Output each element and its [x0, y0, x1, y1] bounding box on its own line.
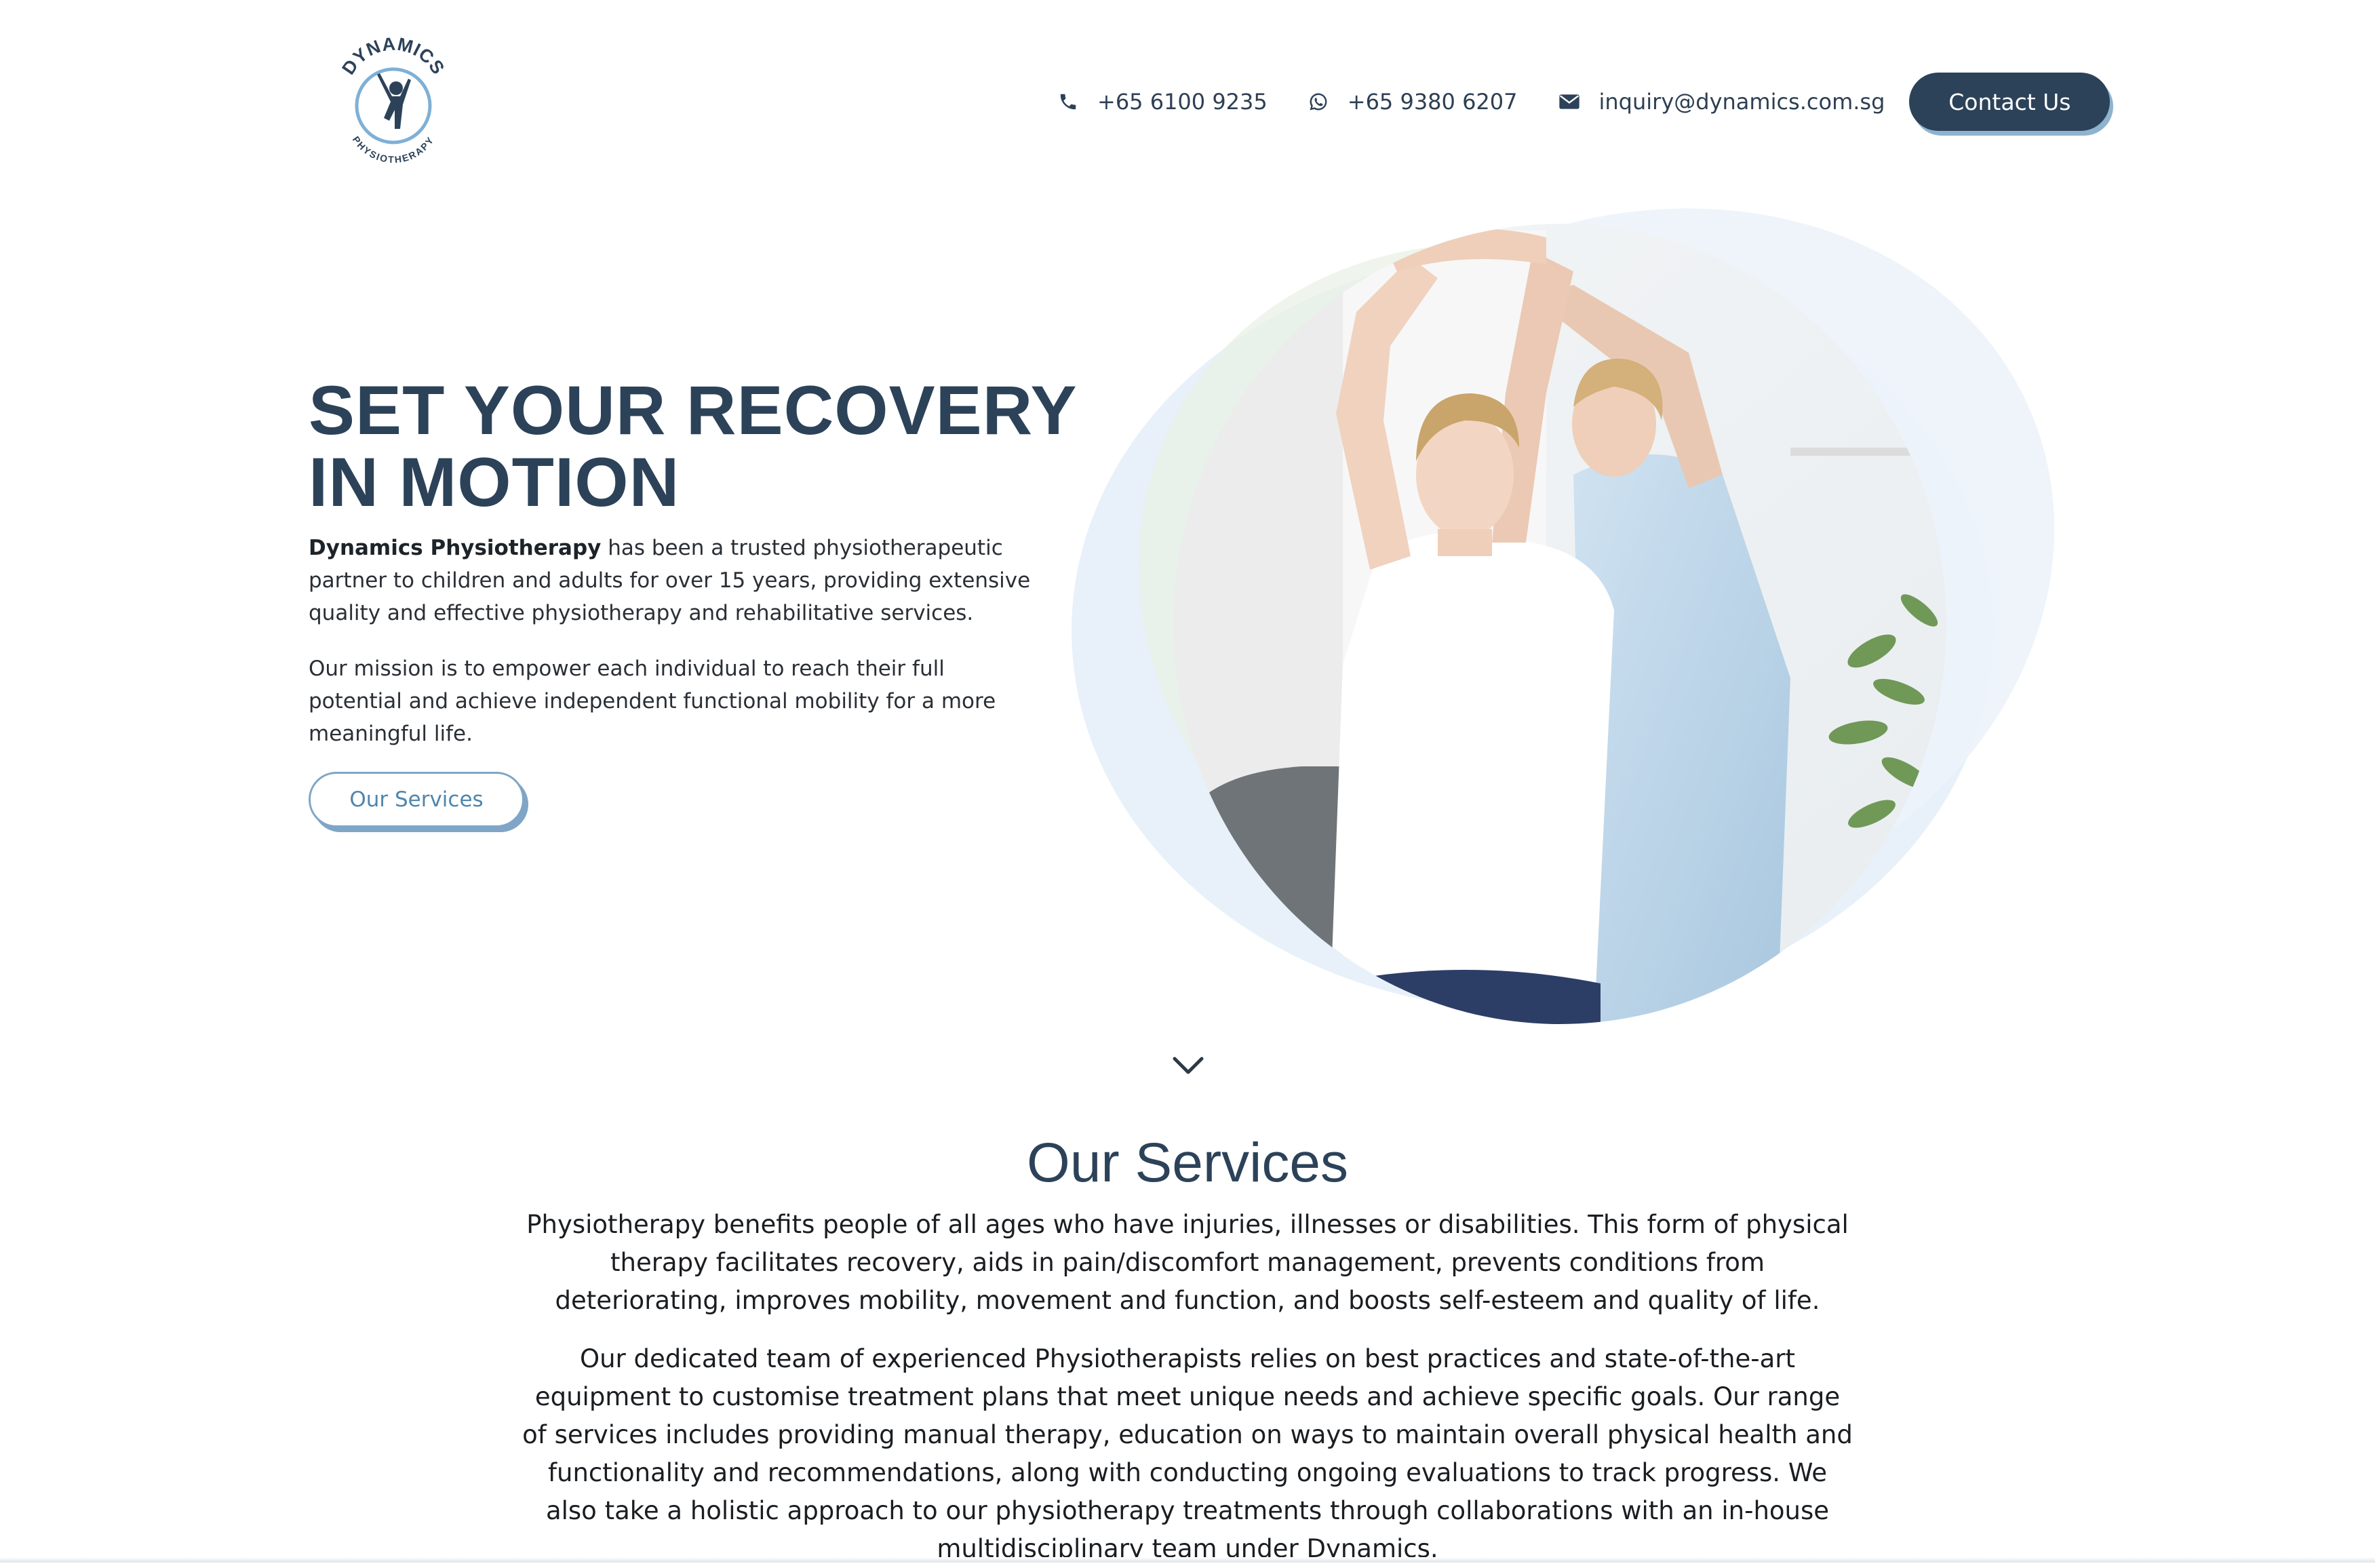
- brand-logo[interactable]: DYNAMICS PHYSIOTHERAPY: [332, 33, 454, 170]
- email-address: inquiry@dynamics.com.sg: [1598, 89, 1885, 115]
- header-contacts: +65 6100 9235 +65 9380 6207 inquiry@dyna…: [1058, 68, 2111, 136]
- phone-number: +65 6100 9235: [1097, 89, 1268, 115]
- whatsapp-number: +65 9380 6207: [1347, 89, 1518, 115]
- services-title: Our Services: [1027, 1132, 1348, 1194]
- whatsapp-contact[interactable]: +65 9380 6207: [1308, 89, 1518, 115]
- svg-text:PHYSIOTHERAPY: PHYSIOTHERAPY: [351, 134, 436, 165]
- chevron-down-icon[interactable]: [1172, 1055, 1204, 1076]
- hero-intro-brand: Dynamics Physiotherapy: [309, 536, 602, 560]
- hero-mission: Our mission is to empower each individua…: [309, 656, 996, 746]
- logo-figure-icon: [377, 73, 411, 129]
- hero-title: SET YOUR RECOVERY IN MOTION: [309, 374, 1088, 518]
- email-contact[interactable]: inquiry@dynamics.com.sg: [1558, 89, 1885, 115]
- contact-us-button[interactable]: Contact Us: [1909, 73, 2111, 131]
- svg-text:DYNAMICS: DYNAMICS: [338, 34, 448, 78]
- phone-contact[interactable]: +65 6100 9235: [1058, 89, 1268, 115]
- logo-text-top: DYNAMICS: [338, 33, 448, 78]
- hero-title-line1: SET YOUR RECOVERY: [309, 372, 1078, 449]
- page-bottom-edge: [0, 1557, 2375, 1563]
- whatsapp-icon: [1310, 93, 1327, 111]
- hero-image: [1058, 190, 2062, 1031]
- hero-intro: Dynamics Physiotherapy has been a truste…: [309, 532, 1041, 629]
- services-paragraph-2: Our dedicated team of experienced Physio…: [522, 1344, 1853, 1563]
- services-paragraph-1: Physiotherapy benefits people of all age…: [526, 1210, 1849, 1315]
- envelope-icon: [1558, 94, 1579, 109]
- our-services-button[interactable]: Our Services: [309, 772, 524, 827]
- therapy-photo: [1072, 208, 2055, 1024]
- phone-icon: [1060, 94, 1076, 110]
- logo-text-bottom: PHYSIOTHERAPY: [351, 134, 435, 165]
- hero-title-line2: IN MOTION: [309, 444, 680, 521]
